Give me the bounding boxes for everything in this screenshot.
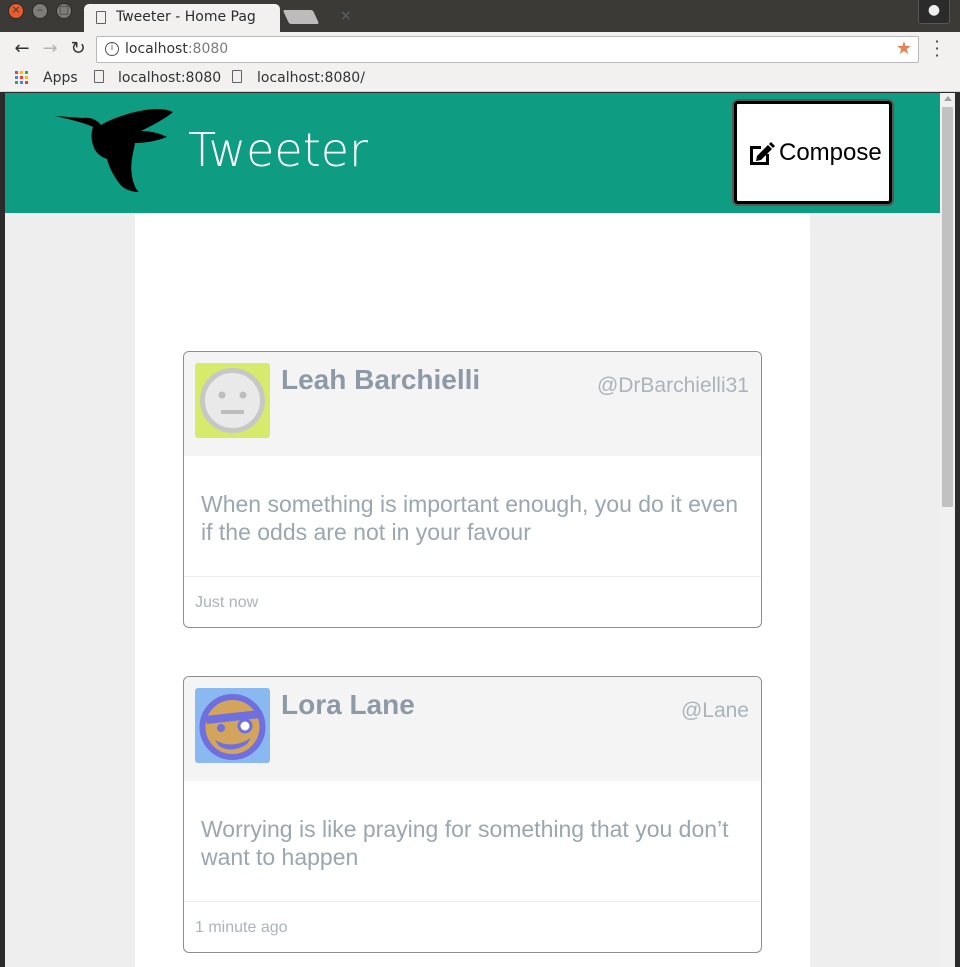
person-icon: ● bbox=[927, 2, 941, 18]
minimize-icon: – bbox=[37, 3, 43, 16]
window-maximize-button[interactable]: □ bbox=[56, 3, 72, 19]
new-tab-button[interactable] bbox=[282, 10, 320, 24]
page-scrollbar[interactable] bbox=[940, 93, 955, 967]
bookmark-localhost-2[interactable]: localhost:8080/ bbox=[257, 70, 365, 86]
window-minimize-button[interactable]: – bbox=[32, 3, 48, 19]
avatar[interactable] bbox=[195, 363, 270, 438]
scroll-thumb[interactable] bbox=[942, 107, 953, 507]
address-bar[interactable]: i localhost:8080 ★ bbox=[96, 36, 919, 63]
tweet-card: Leah Barchielli @DrBarchielli31 When som… bbox=[183, 351, 762, 628]
tab-close-icon[interactable]: × bbox=[340, 8, 352, 24]
tweet-feed: Leah Barchielli @DrBarchielli31 When som… bbox=[135, 213, 810, 967]
apps-grid-icon bbox=[15, 71, 29, 85]
url-port: :8080 bbox=[187, 41, 229, 57]
page-icon bbox=[94, 70, 104, 83]
tweet-timestamp: Just now bbox=[195, 594, 259, 611]
browser-toolbar: ← → ↻ i localhost:8080 ★ · · · bbox=[0, 32, 960, 66]
tweet-content: When something is important enough, you … bbox=[201, 491, 738, 545]
back-button[interactable]: ← bbox=[10, 37, 34, 61]
app-navbar: Tweeter Compose bbox=[5, 93, 940, 213]
divider bbox=[184, 576, 761, 577]
forward-button[interactable]: → bbox=[38, 37, 62, 61]
maximize-icon: □ bbox=[58, 3, 70, 16]
tweet-header: Leah Barchielli @DrBarchielli31 bbox=[184, 352, 761, 456]
pirate-face-avatar-icon bbox=[199, 694, 266, 760]
window-titlebar: × – □ Tweeter - Home Pag × ● bbox=[0, 0, 960, 32]
scroll-up-arrow-icon[interactable] bbox=[944, 96, 952, 101]
profile-button[interactable]: ● bbox=[918, 0, 950, 24]
divider bbox=[184, 901, 761, 902]
bookmark-apps[interactable]: Apps bbox=[43, 70, 78, 86]
bookmarks-bar: Apps localhost:8080 localhost:8080/ bbox=[0, 66, 960, 92]
url-text: localhost:8080 bbox=[125, 41, 228, 57]
page-viewport: Tweeter Compose Leah Barchielli @DrBarch… bbox=[5, 93, 940, 967]
tweet-author-name: Lora Lane bbox=[281, 689, 415, 720]
tweet-author-handle: @Lane bbox=[680, 699, 749, 722]
neutral-face-avatar-icon bbox=[200, 368, 265, 433]
reload-button[interactable]: ↻ bbox=[66, 37, 90, 61]
url-host: localhost bbox=[125, 41, 188, 57]
tweet-author-handle: @DrBarchielli31 bbox=[596, 374, 749, 397]
compose-label: Compose bbox=[779, 139, 882, 166]
page-icon bbox=[96, 11, 106, 24]
window-frame-right bbox=[955, 93, 960, 967]
close-icon: × bbox=[11, 3, 21, 16]
bookmark-localhost[interactable]: localhost:8080 bbox=[118, 70, 221, 86]
tab-title: Tweeter - Home Pag bbox=[116, 9, 256, 25]
window-close-button[interactable]: × bbox=[8, 3, 24, 19]
tweet-timestamp: 1 minute ago bbox=[195, 919, 288, 936]
browser-menu-icon[interactable]: · · · bbox=[930, 34, 944, 64]
browser-tab[interactable]: Tweeter - Home Pag × bbox=[84, 4, 352, 32]
edit-icon bbox=[750, 142, 775, 165]
avatar[interactable] bbox=[195, 688, 270, 763]
tweet-author-name: Leah Barchielli bbox=[281, 364, 481, 395]
tweet-card: Lora Lane @Lane Worrying is like praying… bbox=[183, 676, 762, 953]
tweet-content: Worrying is like praying for something t… bbox=[201, 816, 729, 870]
app-title: Tweeter bbox=[188, 123, 368, 177]
tweet-header: Lora Lane @Lane bbox=[184, 677, 761, 781]
page-icon bbox=[232, 70, 242, 83]
bookmark-star-icon[interactable]: ★ bbox=[896, 38, 912, 59]
hummingbird-logo-icon bbox=[55, 108, 173, 192]
compose-button[interactable]: Compose bbox=[734, 101, 892, 204]
info-icon[interactable]: i bbox=[105, 42, 119, 56]
